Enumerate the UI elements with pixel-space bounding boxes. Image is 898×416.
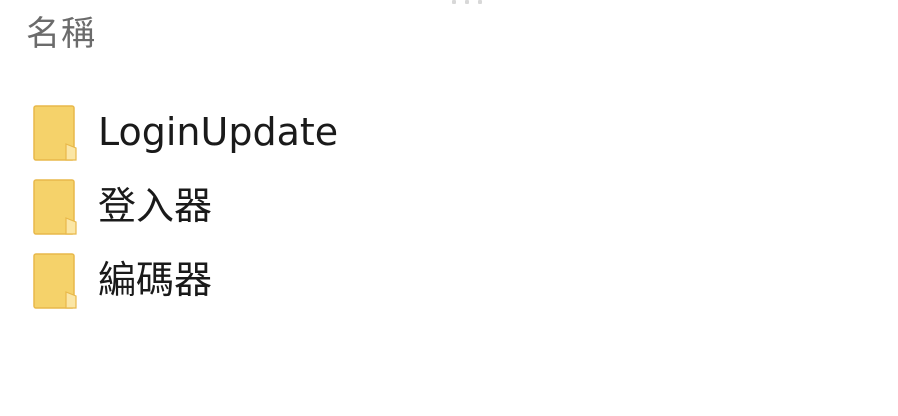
file-explorer-view: 名稱 LoginUpdate 登入器 編碼器 [0, 0, 898, 416]
name-column-header[interactable]: 名稱 [26, 12, 96, 56]
file-name: LoginUpdate [98, 110, 339, 154]
folder-icon [33, 253, 77, 309]
list-item[interactable]: LoginUpdate [0, 96, 898, 170]
column-header: 名稱 [0, 0, 898, 62]
list-item[interactable]: 登入器 [0, 170, 898, 244]
folder-icon [33, 179, 77, 235]
folder-icon [33, 105, 77, 161]
file-name: 編碼器 [98, 258, 213, 302]
sort-indicator-icon [452, 0, 482, 8]
file-list: LoginUpdate 登入器 編碼器 [0, 96, 898, 318]
list-item[interactable]: 編碼器 [0, 244, 898, 318]
file-name: 登入器 [98, 184, 213, 228]
